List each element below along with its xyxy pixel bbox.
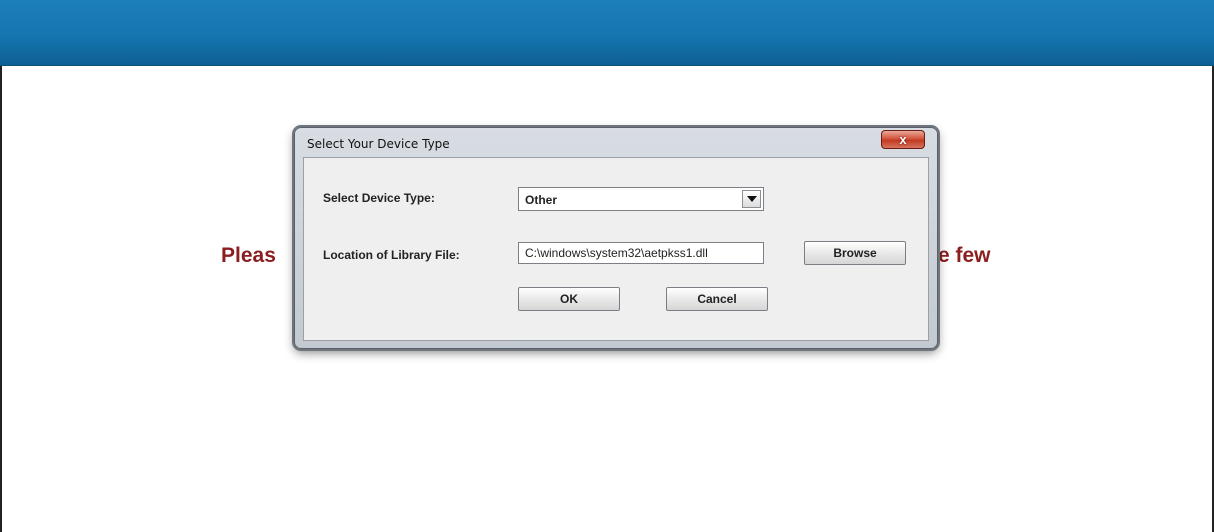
cancel-button[interactable]: Cancel	[666, 287, 768, 311]
top-banner	[0, 0, 1214, 66]
close-icon: x	[899, 132, 907, 147]
background-message-right: e few	[938, 244, 991, 267]
device-type-select[interactable]: Other	[518, 187, 764, 211]
dialog-titlebar[interactable]: Select Your Device Type x	[295, 128, 937, 158]
library-path-field[interactable]: C:\windows\system32\aetpkss1.dll	[518, 242, 764, 264]
select-device-dialog: Select Your Device Type x Select Device …	[294, 127, 938, 349]
dialog-title: Select Your Device Type	[307, 137, 450, 151]
device-type-value: Other	[525, 193, 558, 207]
browse-button[interactable]: Browse	[804, 241, 906, 265]
library-file-label: Location of Library File:	[323, 248, 460, 262]
close-button[interactable]: x	[881, 130, 925, 149]
background-message-left: Pleas	[221, 244, 276, 267]
dialog-content: Select Device Type: Other Location of Li…	[303, 157, 929, 341]
device-type-label: Select Device Type:	[323, 191, 435, 205]
chevron-down-icon[interactable]	[742, 190, 761, 208]
ok-button[interactable]: OK	[518, 287, 620, 311]
